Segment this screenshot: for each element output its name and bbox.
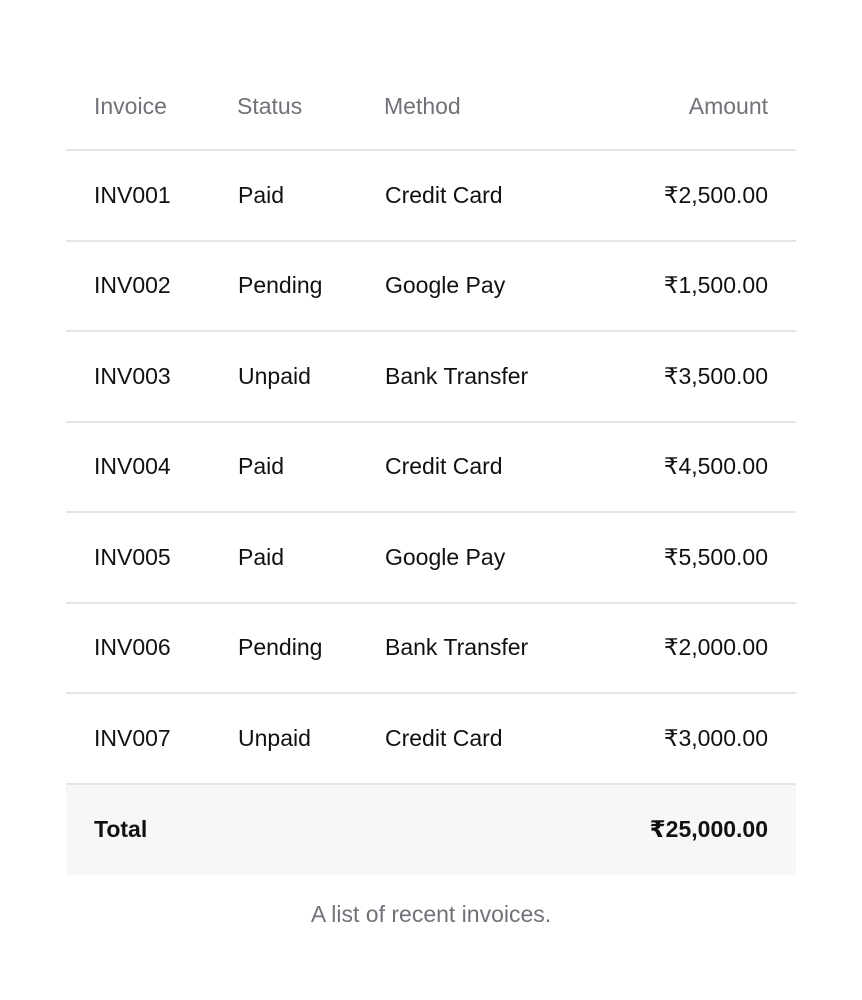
table-row: INV006 Pending Bank Transfer ₹2,000.00 [66, 602, 796, 694]
cell-amount: ₹2,000.00 [592, 602, 796, 694]
cell-status: Unpaid [237, 331, 384, 423]
cell-invoice: INV007 [66, 693, 237, 785]
cell-method: Bank Transfer [384, 331, 592, 423]
total-label: Total [66, 783, 592, 875]
header-amount: Amount [592, 63, 796, 151]
cell-status: Pending [237, 240, 384, 332]
cell-amount: ₹2,500.00 [592, 150, 796, 242]
cell-status: Paid [237, 421, 384, 513]
table-header: Invoice Status Method Amount [66, 63, 796, 151]
cell-method: Credit Card [384, 150, 592, 242]
cell-amount: ₹5,500.00 [592, 512, 796, 604]
table-row: INV001 Paid Credit Card ₹2,500.00 [66, 150, 796, 242]
header-status: Status [237, 63, 384, 151]
cell-method: Credit Card [384, 693, 592, 785]
cell-method: Google Pay [384, 512, 592, 604]
total-amount: ₹25,000.00 [592, 783, 796, 875]
cell-invoice: INV001 [66, 150, 237, 242]
header-row: Invoice Status Method Amount [66, 63, 796, 151]
table-footer: Total ₹25,000.00 [66, 783, 796, 875]
table-row: INV003 Unpaid Bank Transfer ₹3,500.00 [66, 331, 796, 423]
table-row: INV002 Pending Google Pay ₹1,500.00 [66, 240, 796, 332]
cell-status: Pending [237, 602, 384, 694]
cell-invoice: INV002 [66, 240, 237, 332]
cell-status: Paid [237, 150, 384, 242]
table-body: INV001 Paid Credit Card ₹2,500.00 INV002… [66, 150, 796, 785]
total-row: Total ₹25,000.00 [66, 783, 796, 875]
cell-invoice: INV003 [66, 331, 237, 423]
header-invoice: Invoice [66, 63, 237, 151]
table-row: INV005 Paid Google Pay ₹5,500.00 [66, 512, 796, 604]
header-method: Method [384, 63, 592, 151]
cell-amount: ₹4,500.00 [592, 421, 796, 513]
table-row: INV007 Unpaid Credit Card ₹3,000.00 [66, 693, 796, 785]
cell-method: Google Pay [384, 240, 592, 332]
cell-invoice: INV006 [66, 602, 237, 694]
table-row: INV004 Paid Credit Card ₹4,500.00 [66, 421, 796, 513]
cell-amount: ₹3,500.00 [592, 331, 796, 423]
cell-method: Bank Transfer [384, 602, 592, 694]
cell-amount: ₹3,000.00 [592, 693, 796, 785]
invoice-table: Invoice Status Method Amount INV001 Paid… [66, 63, 796, 875]
cell-amount: ₹1,500.00 [592, 240, 796, 332]
invoice-table-container: Invoice Status Method Amount INV001 Paid… [66, 63, 796, 875]
cell-invoice: INV004 [66, 421, 237, 513]
cell-status: Paid [237, 512, 384, 604]
table-caption: A list of recent invoices. [310, 901, 552, 927]
cell-method: Credit Card [384, 421, 592, 513]
cell-status: Unpaid [237, 693, 384, 785]
cell-invoice: INV005 [66, 512, 237, 604]
